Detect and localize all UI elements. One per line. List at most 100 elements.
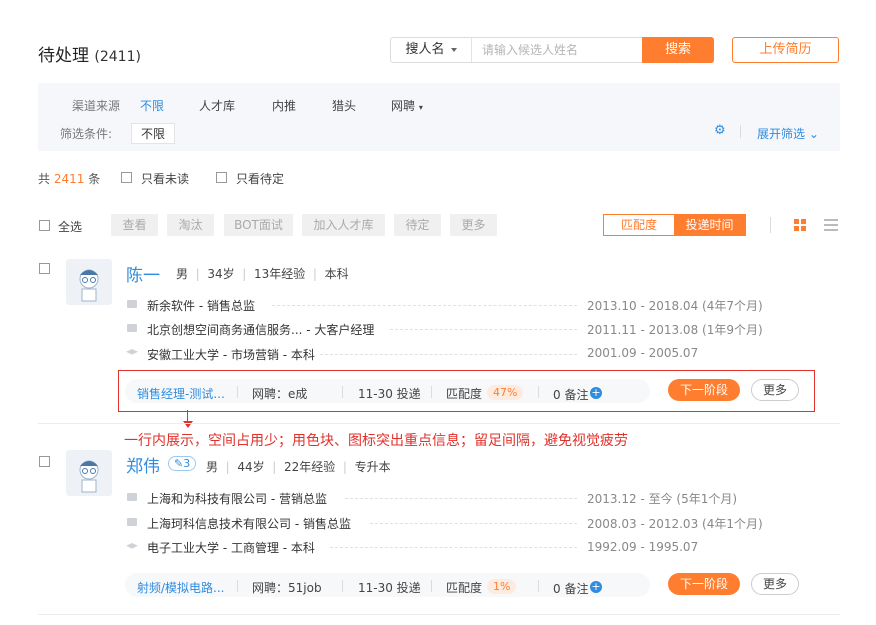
notes-count: 0 备注 [553, 582, 589, 596]
match-label: 匹配度 [446, 581, 483, 595]
page-title: 待处理 (2411) [38, 41, 141, 66]
condition-label: 筛选条件: [60, 127, 113, 141]
source-option-any[interactable]: 不限 [140, 97, 164, 114]
source-option-online[interactable]: 网聘 ▾ [391, 97, 423, 114]
sort-toggle: 匹配度 投递时间 [603, 214, 746, 236]
next-stage-button[interactable]: 下一阶段 [668, 573, 740, 595]
applied-date: 11-30 投递 [358, 581, 421, 595]
education-item: 安徽工业大学 - 市场营销 - 本科 [147, 348, 315, 362]
avatar [66, 259, 112, 305]
condition-value[interactable]: 不限 [131, 123, 176, 144]
bot-interview-button[interactable]: BOT面试 [224, 214, 293, 236]
experience: 22年经验 [283, 460, 336, 474]
gender: 男 [206, 460, 219, 474]
briefcase-icon [127, 518, 137, 526]
only-unread-checkbox[interactable] [121, 172, 132, 183]
more-actions-button[interactable]: 更多 [450, 214, 497, 236]
search-input[interactable] [472, 38, 662, 62]
dotted-leader [330, 547, 577, 548]
page-title-count: (2411) [94, 49, 141, 65]
only-pending-checkbox[interactable] [216, 172, 227, 183]
candidate-checkbox[interactable] [39, 456, 50, 467]
summary-suffix: 条 [88, 172, 101, 186]
work-item: 上海和为科技有限公司 - 营销总监 [147, 492, 327, 506]
search-type-select[interactable]: 搜人名 [391, 38, 472, 62]
tag-count: 3 [183, 457, 191, 470]
source-option-talent-pool[interactable]: 人才库 [199, 97, 235, 114]
age: 44岁 [237, 460, 265, 474]
sort-by-match[interactable]: 匹配度 [604, 215, 674, 235]
gear-icon[interactable]: ⚙ [714, 123, 726, 138]
age: 34岁 [207, 267, 235, 281]
caret-down-icon [450, 47, 457, 52]
dotted-leader [390, 329, 577, 330]
divider [770, 217, 771, 233]
select-all-checkbox[interactable] [39, 220, 50, 231]
summary-prefix: 共 [38, 172, 51, 186]
candidate-checkbox[interactable] [39, 263, 50, 274]
graduation-cap-icon [126, 349, 138, 355]
work-date: 2011.11 - 2013.08 (1年9个月) [587, 323, 763, 337]
expand-filter-label: 展开筛选 [757, 127, 806, 141]
match-badge: 1% [487, 579, 517, 594]
tag-pill[interactable]: ✎3 [168, 456, 197, 471]
page-title-text: 待处理 [38, 46, 89, 66]
add-note-icon[interactable]: + [590, 581, 602, 593]
more-button[interactable]: 更多 [751, 573, 799, 595]
job-link[interactable]: 射频/模拟电路... [137, 579, 225, 596]
dotted-leader [272, 305, 577, 306]
search-box: 搜人名 搜索 [390, 37, 714, 63]
pending-button[interactable]: 待定 [394, 214, 441, 236]
avatar [66, 450, 112, 496]
graduation-cap-icon [126, 543, 138, 549]
summary-total: 2411 [53, 172, 85, 186]
sort-by-time[interactable]: 投递时间 [674, 215, 745, 235]
work-date: 2008.03 - 2012.03 (4年1个月) [587, 517, 763, 531]
avatar-icon [79, 460, 99, 493]
gender: 男 [176, 267, 189, 281]
candidate-meta: 男 | 34岁 | 13年经验 | 本科 [176, 267, 349, 281]
avatar-icon [79, 269, 99, 302]
candidate-name[interactable]: 郑伟 [126, 452, 160, 477]
only-unread-label: 只看未读 [141, 172, 190, 186]
source-option-referral[interactable]: 内推 [272, 97, 296, 114]
divider [237, 580, 238, 592]
source-option-headhunter[interactable]: 猎头 [332, 97, 356, 114]
briefcase-icon [127, 324, 137, 332]
source-label: 渠道来源 [72, 99, 121, 113]
search-button[interactable]: 搜索 [642, 37, 714, 63]
education-date: 1992.09 - 1995.07 [587, 540, 699, 554]
only-pending-label: 只看待定 [236, 172, 285, 186]
experience: 13年经验 [253, 267, 306, 281]
reject-button[interactable]: 淘汰 [167, 214, 214, 236]
pencil-icon: ✎ [174, 457, 184, 470]
select-all-label: 全选 [58, 220, 83, 234]
education-date: 2001.09 - 2005.07 [587, 346, 699, 360]
divider [538, 580, 539, 592]
candidate-name[interactable]: 陈一 [126, 261, 160, 286]
result-summary: 共 2411 条 [38, 170, 100, 187]
add-to-talent-pool-button[interactable]: 加入人才库 [302, 214, 385, 236]
dotted-leader [345, 498, 577, 499]
work-item: 上海珂科信息技术有限公司 - 销售总监 [147, 517, 351, 531]
candidate-meta: 男 | 44岁 | 22年经验 | 专升本 [206, 460, 391, 474]
expand-filter-toggle[interactable]: 展开筛选 ⌄ [757, 125, 819, 142]
divider [431, 580, 432, 592]
caret-down-icon: ▾ [418, 103, 423, 112]
view-button[interactable]: 查看 [111, 214, 158, 236]
row-divider [38, 614, 840, 615]
search-type-label: 搜人名 [405, 42, 445, 57]
briefcase-icon [127, 300, 137, 308]
source-option-online-label: 网聘 [391, 99, 416, 113]
grid-view-icon[interactable] [794, 219, 806, 231]
filter-panel: 渠道来源 不限 人才库 内推 猎头 网聘 ▾ 筛选条件: 不限 ⚙ 展开筛选 ⌄ [38, 83, 840, 151]
chevron-down-icon: ⌄ [808, 127, 819, 141]
work-item: 北京创想空间商务通信服务... - 大客户经理 [147, 323, 375, 337]
divider [740, 125, 741, 138]
row-divider [38, 423, 840, 424]
education: 本科 [324, 267, 349, 281]
work-date: 2013.12 - 至今 (5年1个月) [587, 492, 738, 506]
upload-resume-button[interactable]: 上传简历 [732, 37, 839, 63]
highlight-box [118, 370, 815, 412]
list-view-icon[interactable] [824, 219, 838, 231]
